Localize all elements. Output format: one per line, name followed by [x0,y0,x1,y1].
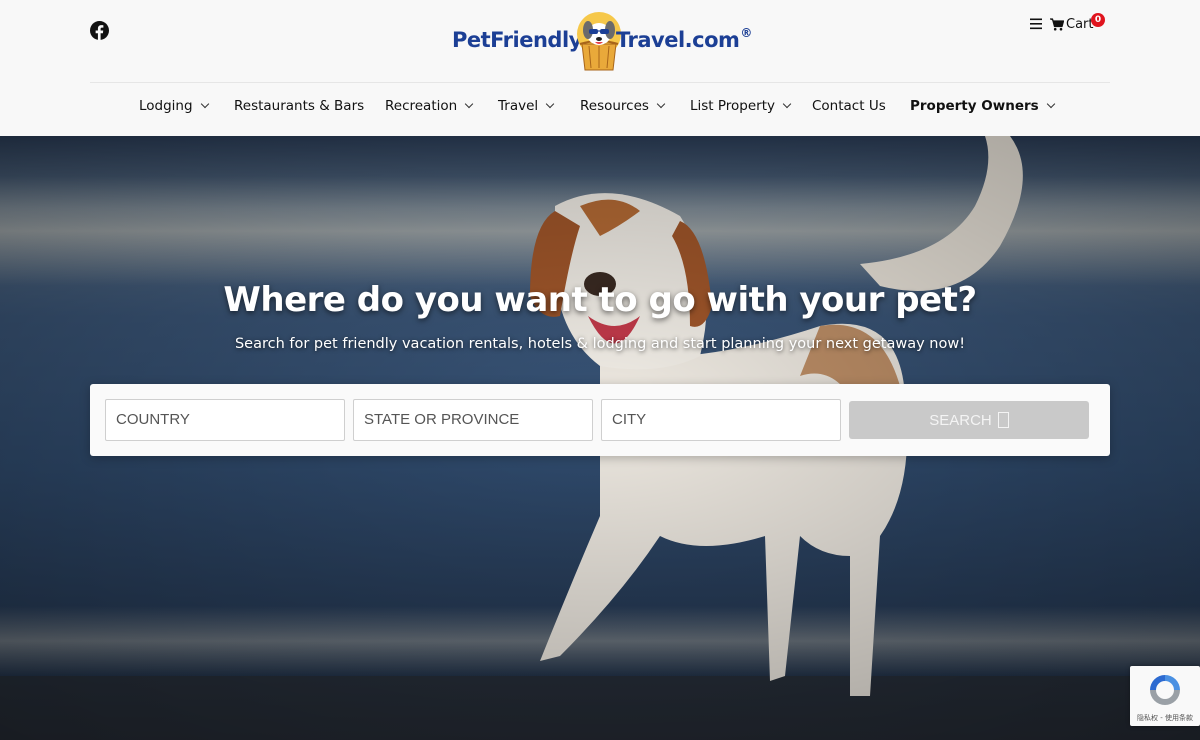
nav-item-lodging[interactable]: Lodging [139,98,209,114]
search-panel: COUNTRY STATE OR PROVINCE CITY SEARCH [90,384,1110,456]
hamburger-menu-icon[interactable] [1030,18,1044,30]
country-input[interactable]: COUNTRY [105,399,345,441]
hero-section: Where do you want to go with your pet? S… [0,136,1200,740]
recaptcha-terms-text[interactable]: 隐私权 - 使用条款 [1130,713,1200,723]
recaptcha-badge[interactable]: 隐私权 - 使用条款 [1130,666,1200,726]
nav-item-label: Contact Us [812,98,886,114]
cart-count-badge: 0 [1091,13,1105,27]
nav-item-contact-us[interactable]: Contact Us [812,98,886,114]
state-province-input[interactable]: STATE OR PROVINCE [353,399,593,441]
search-button-label: SEARCH [929,411,992,429]
chevron-down-icon [656,99,666,109]
chevron-down-icon [464,99,474,109]
facebook-icon[interactable] [90,21,109,40]
nav-item-label: Travel [498,98,539,114]
nav-item-label: Resources [580,98,649,114]
nav-item-travel[interactable]: Travel [498,98,555,114]
search-icon [997,412,1009,428]
main-nav: Lodging Restaurants & Bars Recreation Tr… [0,98,1200,120]
cart-link[interactable]: Cart [1066,17,1094,32]
nav-item-restaurants-bars[interactable]: Restaurants & Bars [234,98,364,114]
header-divider [90,82,1110,83]
chevron-down-icon [782,99,792,109]
site-header: PetFriendly Travel.com® Cart 0 Lodging R… [0,0,1200,136]
chevron-down-icon [545,99,555,109]
nav-item-label: Restaurants & Bars [234,98,365,114]
nav-item-property-owners[interactable]: Property Owners [910,98,1055,114]
nav-item-label: Lodging [139,98,193,114]
site-logo[interactable]: PetFriendly Travel.com® [452,10,752,72]
nav-item-recreation[interactable]: Recreation [385,98,474,114]
city-input[interactable]: CITY [601,399,841,441]
chevron-down-icon [200,99,209,109]
hero-subtitle: Search for pet friendly vacation rentals… [234,336,966,352]
cart-area: Cart 0 [1030,13,1105,34]
logo-text-right: Travel.com® [616,26,752,52]
nav-item-list-property[interactable]: List Property [690,98,792,114]
shopping-cart-icon[interactable] [1050,17,1064,31]
nav-item-resources[interactable]: Resources [580,98,666,114]
nav-item-label: Recreation [385,98,458,114]
hero-title: Where do you want to go with your pet? [223,280,977,320]
nav-item-label: Property Owners [910,98,1039,114]
chevron-down-icon [1046,99,1055,109]
logo-text-left: PetFriendly [452,28,582,52]
search-button[interactable]: SEARCH [849,401,1089,439]
nav-item-label: List Property [690,98,776,114]
recaptcha-icon [1150,675,1180,705]
